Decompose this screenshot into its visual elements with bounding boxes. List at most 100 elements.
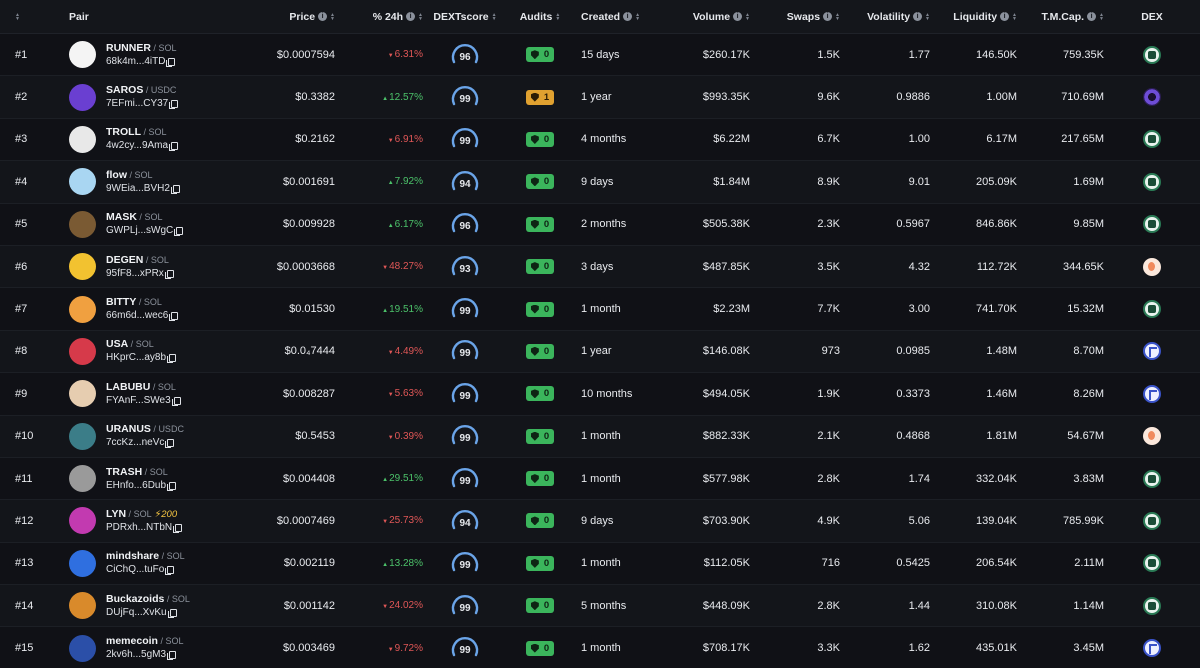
pair-cell[interactable]: DEGEN / SOL 95fF8...xPRx xyxy=(60,246,240,287)
dex-cell[interactable] xyxy=(1104,627,1200,668)
raydium-icon[interactable] xyxy=(1143,469,1161,488)
copy-icon[interactable] xyxy=(169,312,179,322)
audit-badge[interactable]: 0 xyxy=(525,343,555,359)
pair-cell[interactable]: flow / SOL 9WEia...BVH2 xyxy=(60,161,240,202)
audit-cell[interactable]: 0 xyxy=(505,416,575,457)
dex-cell[interactable] xyxy=(1104,34,1200,75)
score-cell[interactable]: 96 xyxy=(425,204,505,245)
audit-badge[interactable]: 0 xyxy=(525,131,555,147)
score-cell[interactable]: 99 xyxy=(425,458,505,499)
copy-icon[interactable] xyxy=(165,439,175,449)
audit-badge[interactable]: 0 xyxy=(525,301,555,317)
table-row[interactable]: #7 BITTY / SOL 66m6d...wec6 $0.01530 ▲19… xyxy=(0,288,1200,331)
audit-badge[interactable]: 0 xyxy=(525,513,555,529)
dex-cell[interactable] xyxy=(1104,373,1200,414)
meteora-icon[interactable] xyxy=(1143,384,1161,403)
score-cell[interactable]: 93 xyxy=(425,246,505,287)
table-row[interactable]: #9 LABUBU / SOL FYAnF...SWe3 $0.008287 ▼… xyxy=(0,373,1200,416)
header-score[interactable]: DEXTscore ▲ ▼ xyxy=(425,0,505,33)
table-row[interactable]: #2 SAROS / USDC 7EFmi...CY37 $0.3382 ▲12… xyxy=(0,76,1200,119)
audit-cell[interactable]: 0 xyxy=(505,458,575,499)
raydium-icon[interactable] xyxy=(1143,45,1161,64)
table-row[interactable]: #12 LYN / SOL ⚡200 PDRxh...NTbN $0.000746… xyxy=(0,500,1200,543)
info-icon[interactable]: i xyxy=(823,12,833,21)
pair-cell[interactable]: memecoin / SOL 2kv6h...5gM3 xyxy=(60,627,240,668)
pair-cell[interactable]: TRASH / SOL EHnfo...6Dub xyxy=(60,458,240,499)
copy-icon[interactable] xyxy=(164,269,174,279)
header-mcap[interactable]: T.M.Cap. i ▲ ▼ xyxy=(1017,0,1104,33)
info-icon[interactable]: i xyxy=(623,12,633,21)
info-icon[interactable]: i xyxy=(1087,12,1097,21)
score-cell[interactable]: 99 xyxy=(425,288,505,329)
pair-cell[interactable]: SAROS / USDC 7EFmi...CY37 xyxy=(60,76,240,117)
pair-cell[interactable]: MASK / SOL GWPLj...sWgC xyxy=(60,204,240,245)
table-row[interactable]: #11 TRASH / SOL EHnfo...6Dub $0.004408 ▲… xyxy=(0,457,1200,501)
table-row[interactable]: #14 Buckazoids / SOL DUjFq...XvKu $0.001… xyxy=(0,585,1200,628)
score-cell[interactable]: 94 xyxy=(425,500,505,541)
header-price[interactable]: Price i ▲ ▼ xyxy=(240,0,335,33)
dex-cell[interactable] xyxy=(1104,458,1200,499)
audit-cell[interactable]: 0 xyxy=(505,288,575,329)
info-icon[interactable]: i xyxy=(406,12,416,21)
dex-cell[interactable] xyxy=(1104,204,1200,245)
audit-badge[interactable]: 0 xyxy=(525,555,555,571)
pair-cell[interactable]: URANUS / USDC 7ccKz...neVc xyxy=(60,416,240,457)
table-row[interactable]: #3 TROLL / SOL 4w2cy...9Ama $0.2162 ▼6.9… xyxy=(0,118,1200,162)
copy-icon[interactable] xyxy=(170,184,180,194)
audit-cell[interactable]: 0 xyxy=(505,331,575,372)
pair-cell[interactable]: mindshare / SOL CiChQ...tuFo xyxy=(60,543,240,584)
copy-icon[interactable] xyxy=(174,227,184,237)
dex-cell[interactable] xyxy=(1104,246,1200,287)
raydium-icon[interactable] xyxy=(1143,172,1161,191)
dex-cell[interactable] xyxy=(1104,288,1200,329)
audit-cell[interactable]: 0 xyxy=(505,500,575,541)
audit-cell[interactable]: 0 xyxy=(505,543,575,584)
score-cell[interactable]: 99 xyxy=(425,416,505,457)
header-audits[interactable]: Audits ▲ ▼ xyxy=(505,0,575,33)
audit-badge[interactable]: 0 xyxy=(525,386,555,402)
score-cell[interactable]: 99 xyxy=(425,76,505,117)
header-change[interactable]: % 24h i ▲ ▼ xyxy=(335,0,425,33)
pair-cell[interactable]: BITTY / SOL 66m6d...wec6 xyxy=(60,288,240,329)
copy-icon[interactable] xyxy=(171,396,181,406)
audit-cell[interactable]: 0 xyxy=(505,246,575,287)
audit-badge[interactable]: 0 xyxy=(525,174,555,190)
audit-cell[interactable]: 0 xyxy=(505,34,575,75)
pair-cell[interactable]: LABUBU / SOL FYAnF...SWe3 xyxy=(60,373,240,414)
copy-icon[interactable] xyxy=(167,481,177,491)
audit-badge[interactable]: 1 xyxy=(525,89,555,105)
dex-cell[interactable] xyxy=(1104,500,1200,541)
header-pair[interactable]: Pair xyxy=(60,0,240,33)
raydium-icon[interactable] xyxy=(1143,130,1161,149)
raydium-icon[interactable] xyxy=(1143,511,1161,530)
header-volatility[interactable]: Volatility i ▲ ▼ xyxy=(840,0,930,33)
header-liquidity[interactable]: Liquidity i ▲ ▼ xyxy=(930,0,1017,33)
table-row[interactable]: #15 memecoin / SOL 2kv6h...5gM3 $0.00346… xyxy=(0,627,1200,668)
table-row[interactable]: #10 URANUS / USDC 7ccKz...neVc $0.5453 ▼… xyxy=(0,415,1200,458)
audit-cell[interactable]: 0 xyxy=(505,204,575,245)
copy-icon[interactable] xyxy=(167,354,177,364)
audit-badge[interactable]: 0 xyxy=(525,47,555,63)
audit-cell[interactable]: 0 xyxy=(505,585,575,626)
score-cell[interactable]: 96 xyxy=(425,34,505,75)
audit-cell[interactable]: 0 xyxy=(505,627,575,668)
audit-badge[interactable]: 0 xyxy=(525,598,555,614)
pair-cell[interactable]: Buckazoids / SOL DUjFq...XvKu xyxy=(60,585,240,626)
meteora-icon[interactable] xyxy=(1143,639,1161,658)
table-row[interactable]: #8 USA / SOL HKprC...ay8b $0.0₄7444 ▼4.4… xyxy=(0,330,1200,374)
dex-cell[interactable] xyxy=(1104,119,1200,160)
score-cell[interactable]: 99 xyxy=(425,119,505,160)
table-row[interactable]: #1 RUNNER / SOL 68k4m...4iTD $0.0007594 … xyxy=(0,34,1200,77)
raydium-icon[interactable] xyxy=(1143,300,1161,319)
score-cell[interactable]: 99 xyxy=(425,543,505,584)
info-icon[interactable]: i xyxy=(318,12,328,21)
score-cell[interactable]: 99 xyxy=(425,331,505,372)
meteora-icon[interactable] xyxy=(1143,342,1161,361)
info-icon[interactable]: i xyxy=(1000,12,1010,21)
pair-cell[interactable]: RUNNER / SOL 68k4m...4iTD xyxy=(60,34,240,75)
saros-icon[interactable] xyxy=(1143,88,1161,107)
copy-icon[interactable] xyxy=(173,523,183,533)
pair-cell[interactable]: LYN / SOL ⚡200 PDRxh...NTbN xyxy=(60,500,240,541)
pair-cell[interactable]: USA / SOL HKprC...ay8b xyxy=(60,331,240,372)
dex-cell[interactable] xyxy=(1104,543,1200,584)
